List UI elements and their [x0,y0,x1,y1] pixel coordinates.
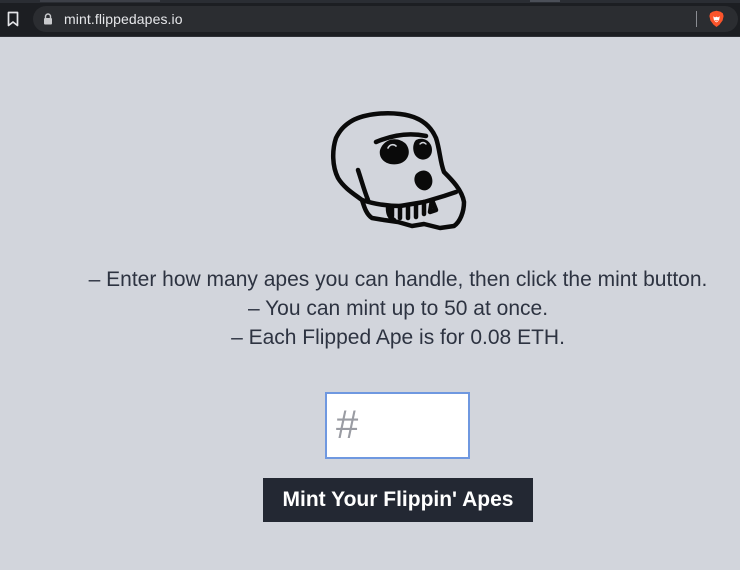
brave-lion-icon[interactable] [708,10,725,28]
bookmark-icon[interactable] [6,11,20,27]
tab-segment [530,0,560,2]
mint-page: – Enter how many apes you can handle, th… [0,37,740,570]
mint-instructions: – Enter how many apes you can handle, th… [0,265,740,352]
ape-skull-logo [331,111,467,231]
instruction-line: – Enter how many apes you can handle, th… [88,268,708,291]
tab-segment [40,0,160,2]
instruction-line: – Each Flipped Ape is for 0.08 ETH. [231,326,565,349]
lock-icon[interactable] [43,13,53,25]
address-bar-divider [696,11,697,27]
address-bar[interactable]: mint.flippedapes.io [33,6,738,32]
instruction-line: – You can mint up to 50 at once. [247,297,549,320]
mint-button[interactable]: Mint Your Flippin' Apes [263,478,533,522]
browser-toolbar: mint.flippedapes.io [0,3,740,37]
url-text[interactable]: mint.flippedapes.io [64,11,183,27]
ape-quantity-input[interactable] [325,392,470,459]
